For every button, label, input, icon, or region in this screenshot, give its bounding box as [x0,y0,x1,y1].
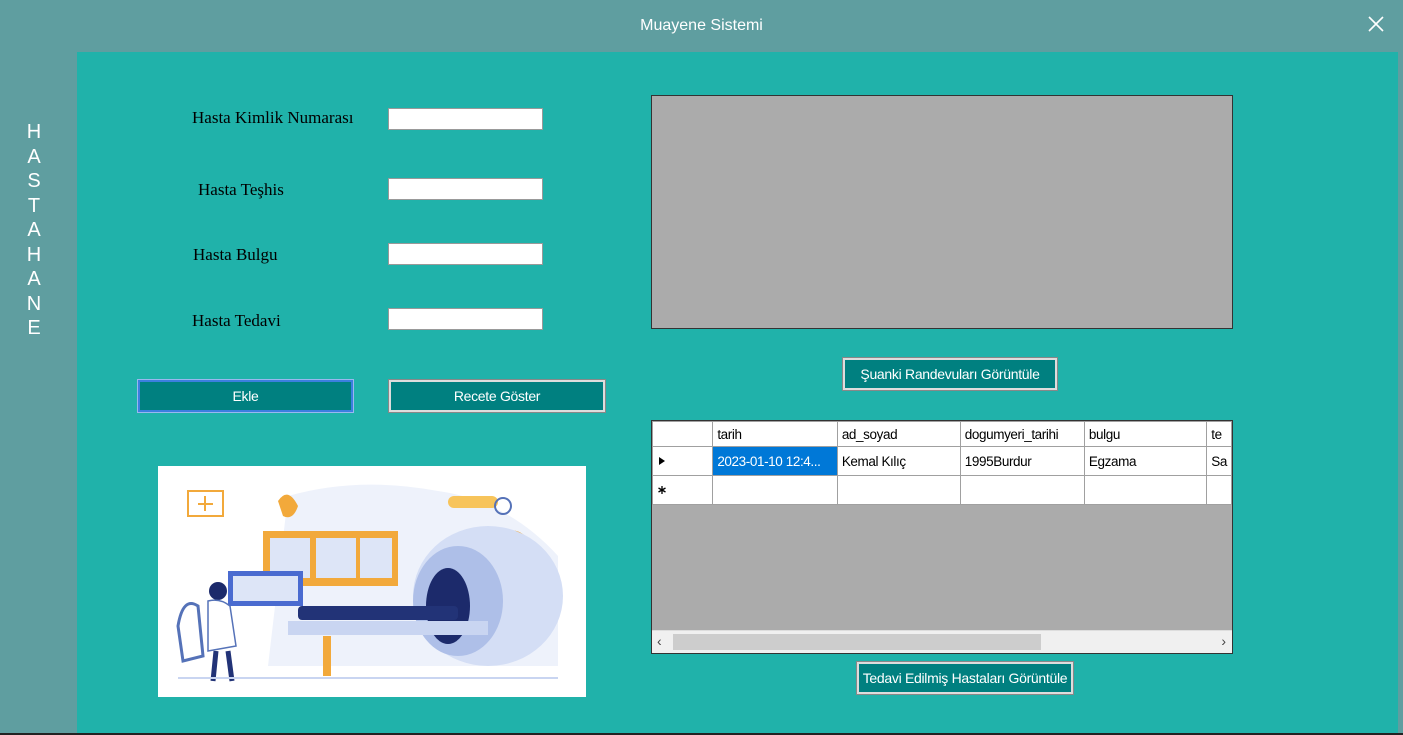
table-cell[interactable] [1083,475,1208,505]
table-cell[interactable] [959,475,1085,505]
table-cell[interactable]: Sa [1206,446,1232,476]
teshis-label: Hasta Teşhis [198,180,284,199]
kimlik-label: Hasta Kimlik Numarası [192,108,354,127]
ekle-button[interactable]: Ekle [137,379,354,413]
column-header[interactable]: dogumyeri_tarihi [959,421,1085,447]
sidebar-letter: N [26,292,42,315]
scroll-left-icon[interactable]: ‹ [657,633,662,649]
sidebar-letter: T [27,194,41,217]
table-cell[interactable]: 2023-01-10 12:4... [712,446,838,476]
hastahane-vertical-label: H A S T A H A N E [24,120,44,341]
randevu-goruntule-button[interactable]: Şuanki Randevuları Görüntüle [842,357,1058,391]
current-row-arrow-icon [659,456,665,465]
tedavi-grid[interactable]: tarih ad_soyad dogumyeri_tarihi bulgu te… [651,420,1233,654]
tedavi-label: Hasta Tedavi [192,311,281,330]
new-row[interactable] [652,475,1232,505]
title-bar: Muayene Sistemi [0,0,1403,52]
sidebar-letter: S [27,170,41,192]
table-row[interactable]: 2023-01-10 12:4... Kemal Kılıç 1995Burdu… [652,446,1232,476]
kimlik-input[interactable] [388,108,543,130]
tedavi-table: tarih ad_soyad dogumyeri_tarihi bulgu te… [652,421,1232,505]
horizontal-scrollbar[interactable]: ‹ › [652,630,1232,653]
sidebar-letter: H [26,243,42,266]
table-cell[interactable] [712,475,838,505]
tedavi-input[interactable] [388,308,543,330]
sidebar-letter: E [27,317,41,339]
row-header-corner [652,421,714,447]
recete-goster-button[interactable]: Recete Göster [388,379,606,413]
right-border [1398,52,1403,735]
bulgu-input[interactable] [388,243,543,265]
bulgu-label: Hasta Bulgu [193,245,278,264]
sidebar-letter: H [26,121,42,143]
row-selector[interactable] [652,475,714,505]
table-cell[interactable]: Kemal Kılıç [836,446,961,476]
table-cell[interactable]: Egzama [1083,446,1208,476]
column-header[interactable]: ad_soyad [836,421,961,447]
row-selector[interactable] [652,446,714,476]
table-cell[interactable] [1206,475,1232,505]
close-icon[interactable] [1363,11,1389,37]
window-title: Muayene Sistemi [640,17,763,34]
sidebar-letter: A [27,145,41,168]
medical-illustration [158,466,586,697]
scroll-right-icon[interactable]: › [1221,633,1226,649]
sidebar-letter: A [27,219,41,241]
tedavi-goruntule-button[interactable]: Tedavi Edilmiş Hastaları Görüntüle [856,661,1074,695]
table-cell[interactable]: 1995Burdur [959,446,1085,476]
column-header[interactable]: tarih [712,421,838,447]
sidebar: H A S T A H A N E [0,52,77,735]
table-cell[interactable] [836,475,961,505]
sidebar-letter: A [27,268,41,290]
column-header[interactable]: bulgu [1083,421,1208,447]
teshis-input[interactable] [388,178,543,200]
randevu-grid[interactable] [651,95,1233,329]
table-header-row: tarih ad_soyad dogumyeri_tarihi bulgu te [652,421,1232,447]
scrollbar-thumb[interactable] [673,634,1041,650]
new-row-asterisk-icon [658,485,666,494]
column-header[interactable]: te [1206,421,1232,447]
